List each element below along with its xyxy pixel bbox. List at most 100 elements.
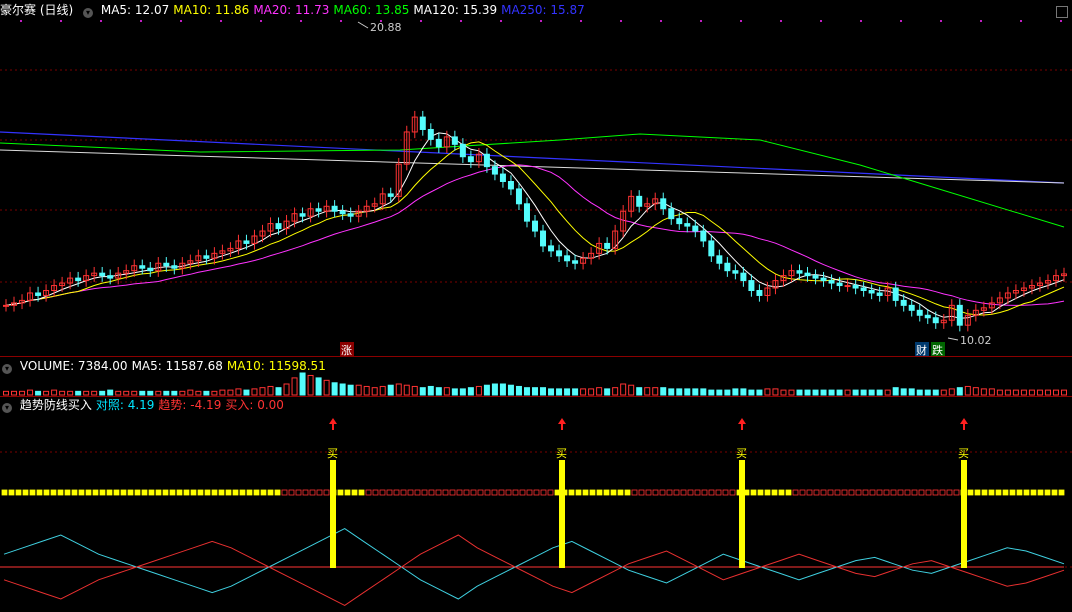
band-cell <box>589 489 596 496</box>
band-cell <box>659 489 666 496</box>
candle <box>139 265 146 269</box>
panel-toggle-icon[interactable] <box>1056 6 1068 18</box>
band-cell <box>1058 489 1065 496</box>
band-cell <box>869 489 876 496</box>
candle <box>459 143 466 158</box>
top-dot <box>220 20 222 22</box>
buy-signal-label: 买 <box>556 447 567 460</box>
buy-signal-bar <box>961 460 967 568</box>
candle <box>820 277 827 282</box>
candle <box>507 181 514 190</box>
band-cell <box>106 489 113 496</box>
volume-bar <box>796 389 803 396</box>
band-cell <box>253 489 260 496</box>
top-dot <box>380 20 382 22</box>
indicator-settings-icon[interactable]: ▾ <box>2 403 12 413</box>
band-cell <box>274 489 281 496</box>
band-cell <box>421 489 428 496</box>
candle <box>107 275 114 279</box>
band-cell <box>155 489 162 496</box>
band-cell <box>925 489 932 496</box>
volume-bar <box>764 388 771 396</box>
volume-bar <box>860 389 867 396</box>
band-cell <box>337 489 344 496</box>
band-cell <box>995 489 1002 496</box>
volume-settings-icon[interactable]: ▾ <box>2 364 12 374</box>
volume-bar <box>491 383 498 396</box>
candle <box>243 240 250 244</box>
band-cell <box>323 489 330 496</box>
ma-label-4: MA120: 15.39 <box>413 3 498 17</box>
volume-bar <box>644 387 651 396</box>
volume-bar <box>948 388 955 396</box>
band-cell <box>218 489 225 496</box>
band-cell <box>141 489 148 496</box>
volume-bar <box>540 387 547 396</box>
band-cell <box>610 489 617 496</box>
band-cell <box>379 489 386 496</box>
top-dot <box>420 20 422 22</box>
band-cell <box>603 489 610 496</box>
volume-bar <box>588 388 595 396</box>
volume-bar <box>1061 389 1067 396</box>
volume-bar <box>259 387 266 396</box>
candle <box>467 156 474 163</box>
candle <box>876 292 883 296</box>
volume-bar <box>572 388 579 396</box>
volume-bar <box>99 390 106 396</box>
volume-bar <box>123 390 130 396</box>
band-cell <box>484 489 491 496</box>
volume-bar <box>1012 389 1019 396</box>
volume-bar <box>347 384 354 396</box>
volume-bar <box>812 389 819 396</box>
ma-label-2: MA20: 11.73 <box>253 3 330 17</box>
volume-bar <box>467 387 474 396</box>
band-cell <box>855 489 862 496</box>
band-cell <box>400 489 407 496</box>
volume-legend: VOLUME: 7384.00 MA5: 11587.68 MA10: 11598.… <box>20 359 330 373</box>
band-cell <box>50 489 57 496</box>
band-cell <box>239 489 246 496</box>
volume-bar <box>59 390 66 396</box>
volume-bar <box>443 387 450 396</box>
band-cell <box>778 489 785 496</box>
indicator-label-1: 对照: 4.19 <box>95 398 155 412</box>
settings-icon[interactable]: ▾ <box>83 8 94 18</box>
volume-bar <box>179 390 186 396</box>
band-cell <box>365 489 372 496</box>
band-cell <box>78 489 85 496</box>
volume-bar <box>155 390 162 396</box>
candle <box>515 188 522 205</box>
candle <box>844 285 851 288</box>
price-header: 豪尔赛 (日线) ▾ MA5: 12.07 MA10: 11.86 MA20: 11… <box>0 2 593 18</box>
volume-bar <box>315 377 322 396</box>
volume-bar <box>19 390 26 396</box>
candle <box>812 275 819 279</box>
band-cell <box>799 489 806 496</box>
band-cell <box>85 489 92 496</box>
volume-bar <box>355 384 362 396</box>
candle <box>636 195 643 207</box>
volume-bar <box>75 390 82 396</box>
band-cell <box>442 489 449 496</box>
volume-bar <box>331 382 338 396</box>
candle <box>900 299 907 306</box>
band-cell <box>967 489 974 496</box>
volume-bar <box>884 389 891 396</box>
candle <box>684 223 691 227</box>
top-dot <box>260 20 262 22</box>
candle <box>387 193 394 197</box>
top-dot <box>60 20 62 22</box>
band-cell <box>897 489 904 496</box>
band-cell <box>351 489 358 496</box>
band-cell <box>267 489 274 496</box>
band-cell <box>974 489 981 496</box>
band-cell <box>176 489 183 496</box>
volume-bar <box>419 387 426 396</box>
volume-bar <box>171 390 178 396</box>
band-cell <box>722 489 729 496</box>
candle <box>99 272 106 277</box>
ma-label-3: MA60: 13.85 <box>333 3 410 17</box>
buy-signal-label: 买 <box>736 447 747 460</box>
top-dot <box>700 20 702 22</box>
